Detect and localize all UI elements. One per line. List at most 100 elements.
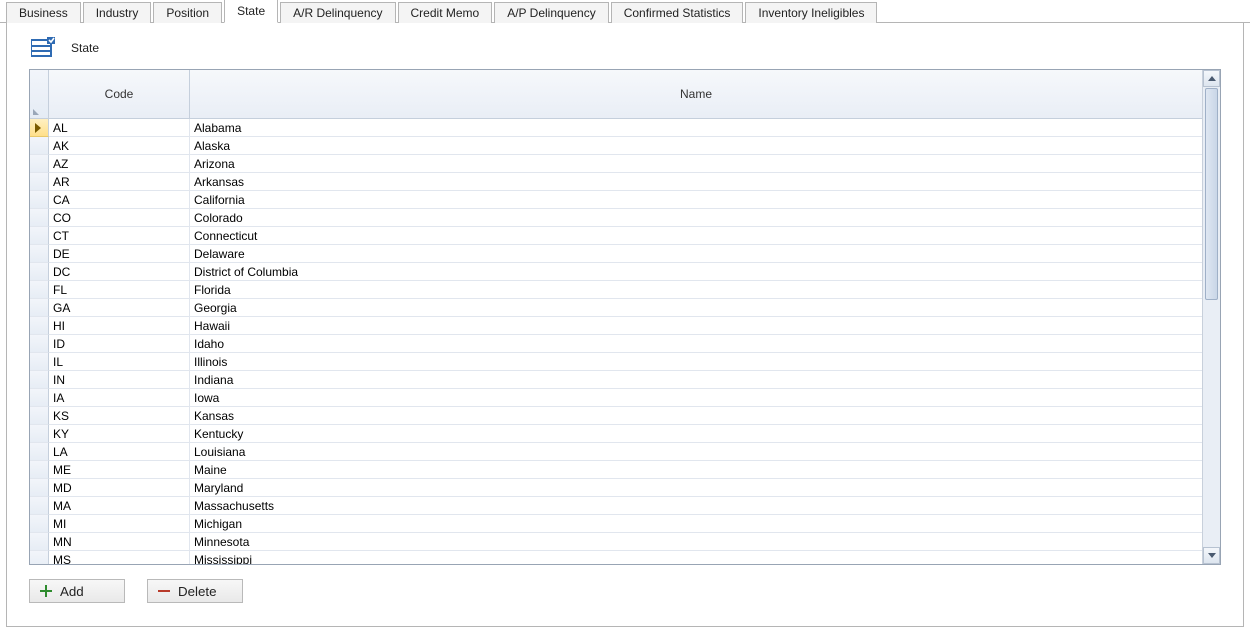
cell-code[interactable]: AK (49, 137, 190, 155)
row-indicator[interactable] (30, 191, 49, 209)
cell-name[interactable]: Arizona (190, 155, 1202, 173)
cell-name[interactable]: Idaho (190, 335, 1202, 353)
tab-industry[interactable]: Industry (83, 2, 152, 23)
tab-position[interactable]: Position (153, 2, 222, 23)
row-indicator[interactable] (30, 533, 49, 551)
row-indicator[interactable] (30, 551, 49, 564)
table-row[interactable]: CTConnecticut (30, 227, 1202, 245)
cell-code[interactable]: MA (49, 497, 190, 515)
row-indicator[interactable] (30, 317, 49, 335)
table-row[interactable]: IDIdaho (30, 335, 1202, 353)
table-row[interactable]: GAGeorgia (30, 299, 1202, 317)
row-indicator[interactable] (30, 443, 49, 461)
cell-name[interactable]: Indiana (190, 371, 1202, 389)
cell-name[interactable]: Kentucky (190, 425, 1202, 443)
cell-code[interactable]: ME (49, 461, 190, 479)
cell-code[interactable]: FL (49, 281, 190, 299)
table-row[interactable]: AKAlaska (30, 137, 1202, 155)
select-all-corner[interactable] (30, 70, 49, 118)
vertical-scrollbar[interactable] (1202, 70, 1220, 564)
cell-code[interactable]: MI (49, 515, 190, 533)
row-indicator[interactable] (30, 245, 49, 263)
cell-code[interactable]: MN (49, 533, 190, 551)
table-row[interactable]: CACalifornia (30, 191, 1202, 209)
delete-button[interactable]: Delete (147, 579, 243, 603)
cell-code[interactable]: KS (49, 407, 190, 425)
cell-name[interactable]: Louisiana (190, 443, 1202, 461)
tab-a-p-delinquency[interactable]: A/P Delinquency (494, 2, 609, 23)
scroll-thumb[interactable] (1205, 88, 1218, 300)
cell-code[interactable]: DE (49, 245, 190, 263)
add-button[interactable]: Add (29, 579, 125, 603)
row-indicator[interactable] (30, 119, 49, 137)
cell-code[interactable]: AR (49, 173, 190, 191)
row-indicator[interactable] (30, 155, 49, 173)
cell-code[interactable]: IL (49, 353, 190, 371)
cell-code[interactable]: AL (49, 119, 190, 137)
cell-code[interactable]: ID (49, 335, 190, 353)
cell-name[interactable]: Colorado (190, 209, 1202, 227)
tab-credit-memo[interactable]: Credit Memo (398, 2, 493, 23)
cell-code[interactable]: HI (49, 317, 190, 335)
row-indicator[interactable] (30, 353, 49, 371)
cell-code[interactable]: CT (49, 227, 190, 245)
row-indicator[interactable] (30, 263, 49, 281)
table-row[interactable]: COColorado (30, 209, 1202, 227)
cell-name[interactable]: Arkansas (190, 173, 1202, 191)
cell-name[interactable]: Maryland (190, 479, 1202, 497)
cell-code[interactable]: LA (49, 443, 190, 461)
cell-name[interactable]: Connecticut (190, 227, 1202, 245)
cell-name[interactable]: California (190, 191, 1202, 209)
row-indicator[interactable] (30, 461, 49, 479)
row-indicator[interactable] (30, 335, 49, 353)
table-row[interactable]: ALAlabama (30, 119, 1202, 137)
cell-code[interactable]: AZ (49, 155, 190, 173)
cell-code[interactable]: GA (49, 299, 190, 317)
cell-name[interactable]: Delaware (190, 245, 1202, 263)
table-row[interactable]: IAIowa (30, 389, 1202, 407)
table-row[interactable]: FLFlorida (30, 281, 1202, 299)
row-indicator[interactable] (30, 515, 49, 533)
cell-name[interactable]: Maine (190, 461, 1202, 479)
cell-name[interactable]: Kansas (190, 407, 1202, 425)
cell-code[interactable]: IN (49, 371, 190, 389)
cell-name[interactable]: Mississippi (190, 551, 1202, 564)
tab-a-r-delinquency[interactable]: A/R Delinquency (280, 2, 395, 23)
table-row[interactable]: MIMichigan (30, 515, 1202, 533)
cell-name[interactable]: Iowa (190, 389, 1202, 407)
table-row[interactable]: ARArkansas (30, 173, 1202, 191)
table-row[interactable]: KSKansas (30, 407, 1202, 425)
row-indicator[interactable] (30, 389, 49, 407)
cell-code[interactable]: KY (49, 425, 190, 443)
table-row[interactable]: MEMaine (30, 461, 1202, 479)
row-indicator[interactable] (30, 227, 49, 245)
cell-name[interactable]: Minnesota (190, 533, 1202, 551)
tab-business[interactable]: Business (6, 2, 81, 23)
row-indicator[interactable] (30, 425, 49, 443)
table-row[interactable]: INIndiana (30, 371, 1202, 389)
row-indicator[interactable] (30, 281, 49, 299)
row-indicator[interactable] (30, 479, 49, 497)
table-row[interactable]: DEDelaware (30, 245, 1202, 263)
tab-inventory-ineligibles[interactable]: Inventory Ineligibles (745, 2, 877, 23)
row-indicator[interactable] (30, 173, 49, 191)
cell-code[interactable]: CO (49, 209, 190, 227)
row-indicator[interactable] (30, 299, 49, 317)
cell-code[interactable]: MD (49, 479, 190, 497)
table-row[interactable]: MAMassachusetts (30, 497, 1202, 515)
table-row[interactable]: KYKentucky (30, 425, 1202, 443)
cell-code[interactable]: DC (49, 263, 190, 281)
scroll-up-button[interactable] (1203, 70, 1220, 87)
cell-name[interactable]: Massachusetts (190, 497, 1202, 515)
row-indicator[interactable] (30, 407, 49, 425)
table-row[interactable]: HIHawaii (30, 317, 1202, 335)
cell-name[interactable]: Alaska (190, 137, 1202, 155)
cell-name[interactable]: Hawaii (190, 317, 1202, 335)
cell-name[interactable]: Michigan (190, 515, 1202, 533)
table-row[interactable]: ILIllinois (30, 353, 1202, 371)
row-indicator[interactable] (30, 371, 49, 389)
cell-code[interactable]: MS (49, 551, 190, 564)
cell-name[interactable]: Illinois (190, 353, 1202, 371)
column-header-name[interactable]: Name (190, 70, 1202, 118)
table-row[interactable]: MDMaryland (30, 479, 1202, 497)
